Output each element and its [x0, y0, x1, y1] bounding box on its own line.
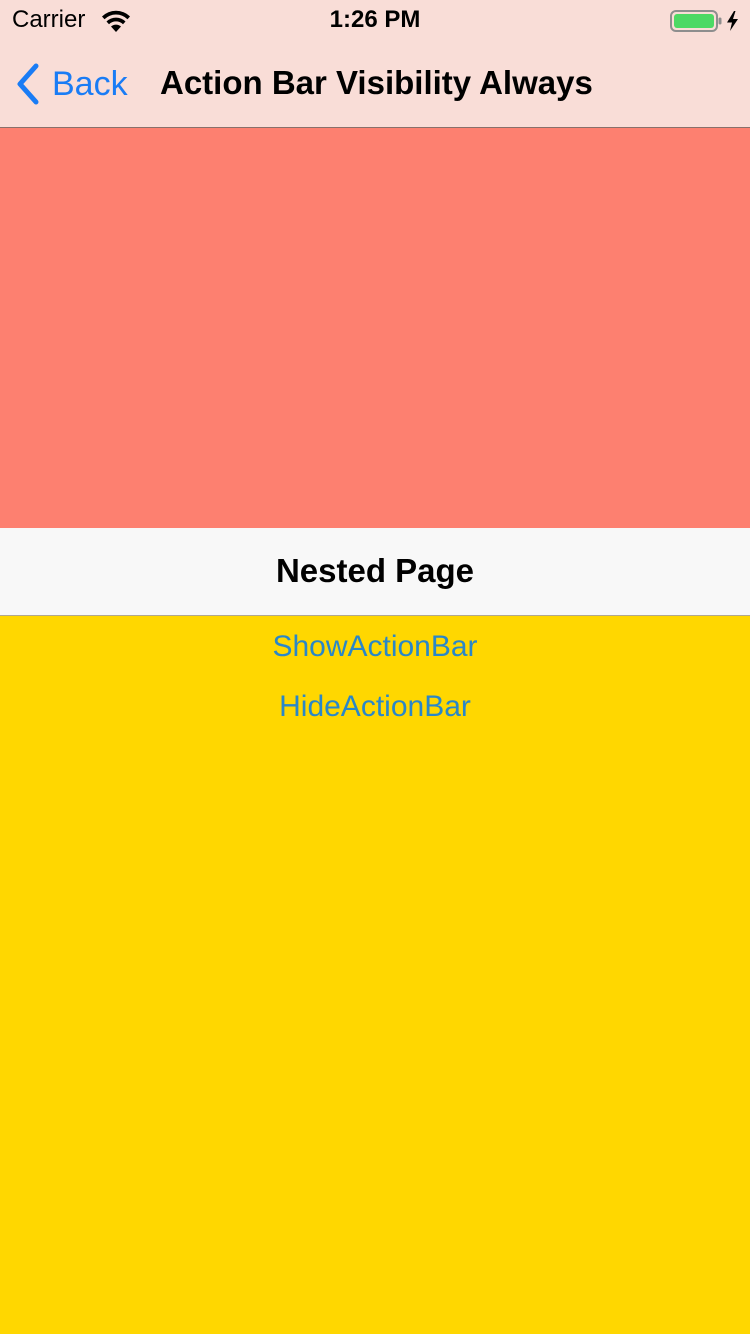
status-bar: Carrier 1:26 PM [0, 0, 750, 40]
page-title: Action Bar Visibility Always [160, 64, 593, 101]
status-time: 1:26 PM [329, 6, 421, 33]
top-chrome: Carrier 1:26 PM Back Action Bar Visibili… [0, 0, 750, 128]
show-action-bar-button[interactable]: ShowActionBar [0, 630, 750, 664]
back-button[interactable]: Back [14, 62, 128, 106]
hide-action-bar-button[interactable]: HideActionBar [0, 690, 750, 724]
battery-charging-icon [670, 10, 738, 32]
back-label: Back [52, 64, 128, 103]
nested-page-content: ShowActionBar HideActionBar [0, 616, 750, 1334]
nested-page-title: Nested Page [275, 552, 475, 589]
chevron-left-icon [17, 63, 39, 105]
screen: Carrier 1:26 PM Back Action Bar Visibili… [0, 0, 750, 1334]
navigation-bar: Back Action Bar Visibility Always [0, 40, 750, 128]
salmon-content-block [0, 128, 750, 528]
nested-page-bar: Nested Page [0, 528, 750, 616]
